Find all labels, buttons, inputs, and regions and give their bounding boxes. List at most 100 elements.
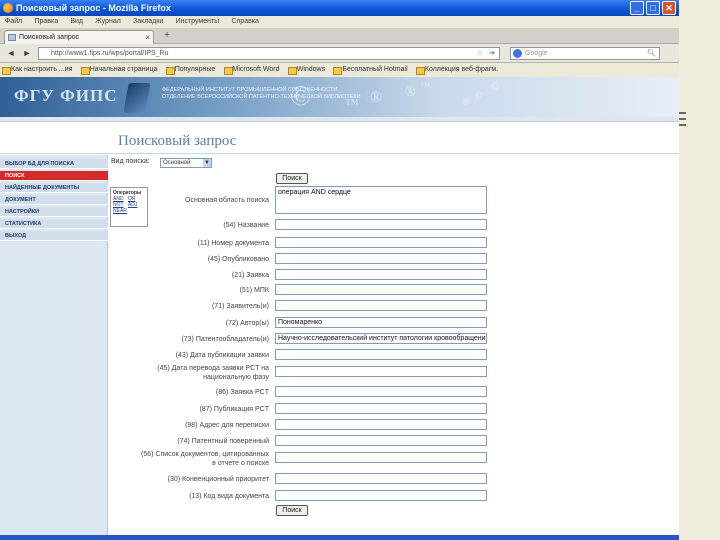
window-title: Поисковый запрос - Mozilla Firefox xyxy=(16,3,171,13)
maximize-button[interactable]: □ xyxy=(646,1,660,15)
tab-search-query[interactable]: Поисковый запрос × xyxy=(4,30,154,44)
field-label: (73) Патентообладатель(и) xyxy=(181,336,269,343)
field-label: (13) Код вида документа xyxy=(189,493,269,500)
operator-near-link[interactable]: NEAR xyxy=(113,208,127,214)
watermark-copyright-icon: © xyxy=(490,79,500,93)
nav-item-select-db[interactable]: ВЫБОР БД ДЛЯ ПОИСКА xyxy=(0,159,108,169)
bookmark-star-icon[interactable]: ☆ xyxy=(477,48,483,59)
chevron-down-icon: ▼ xyxy=(203,159,211,167)
bookmark-item[interactable]: Windows xyxy=(286,63,329,77)
forward-button[interactable]: ► xyxy=(20,47,34,60)
field-label: (98) Адрес для переписки xyxy=(185,422,269,429)
field-app-pub-date-input[interactable] xyxy=(275,349,487,360)
menu-history[interactable]: Журнал xyxy=(90,16,126,28)
field-ipc-input[interactable] xyxy=(275,284,487,295)
close-window-button[interactable]: ✕ xyxy=(662,1,676,15)
tab-label: Поисковый запрос xyxy=(19,34,80,41)
site-subtitle-line: ФЕДЕРАЛЬНЫЙ ИНСТИТУТ ПРОМЫШЛЕННОЙ СОБСТВ… xyxy=(162,87,338,93)
field-convention-priority-input[interactable] xyxy=(275,473,487,484)
field-label: (56) Список документов, цитированных xyxy=(141,451,269,458)
field-pct-national-input[interactable] xyxy=(275,366,487,377)
operators-box: Операторы AND OR NOT ADJ NEAR xyxy=(110,187,148,227)
tab-bar: Поисковый запрос × + xyxy=(0,28,679,44)
header-divider xyxy=(0,117,679,122)
watermark-registered-icon: ® xyxy=(462,97,470,108)
bookmark-item[interactable]: Популярные xyxy=(164,63,220,77)
site-subtitle-line: ОТДЕЛЕНИЕ ВСЕРОССИЙСКОЙ ПАТЕНТНО-ТЕХНИЧЕ… xyxy=(162,94,361,100)
main-query-textarea[interactable]: операция AND сердце xyxy=(275,186,487,214)
watermark-copyright-icon: © xyxy=(475,91,483,102)
site-logo[interactable]: ФГУ ФИПС xyxy=(14,86,117,106)
window-titlebar: Поисковый запрос - Mozilla Firefox _ □ ✕ xyxy=(0,0,679,16)
back-button[interactable]: ◄ xyxy=(4,47,18,60)
watermark-registered-icon: ® xyxy=(405,85,416,100)
nav-item-document[interactable]: ДОКУМЕНТ xyxy=(0,195,108,205)
go-arrow-icon[interactable]: ➜ xyxy=(489,48,495,59)
field-correspondence-address-input[interactable] xyxy=(275,419,487,430)
field-label: (51) МПК xyxy=(239,287,269,294)
nav-item-exit[interactable]: ВЫХОД xyxy=(0,231,108,241)
field-label: (71) Заявитель(и) xyxy=(211,303,269,310)
field-pct-publication-input[interactable] xyxy=(275,403,487,414)
field-label: (86) Заявка PCT xyxy=(215,389,269,396)
close-tab-icon[interactable]: × xyxy=(145,31,150,44)
menu-view[interactable]: Вид xyxy=(65,16,88,28)
search-button-top[interactable]: Поиск xyxy=(276,173,308,184)
field-label: (45) Опубликовано xyxy=(207,256,269,263)
menu-edit[interactable]: Правка xyxy=(29,16,63,28)
field-applicant-input[interactable] xyxy=(275,300,487,311)
google-icon xyxy=(513,49,522,58)
menu-tools[interactable]: Инструменты xyxy=(171,16,225,28)
bookmark-item[interactable]: Бесплатный Hotmail xyxy=(331,63,411,77)
url-text: http://www1.fips.ru/wps/portal/IPS_Ru xyxy=(51,50,169,57)
watermark-registered-icon: ® xyxy=(370,89,383,106)
field-author-input[interactable]: Пономаренко xyxy=(275,317,487,328)
bookmark-item[interactable]: Коллекция веб-фрагм. xyxy=(414,63,502,77)
operator-adj-link[interactable]: ADJ xyxy=(128,202,137,208)
nav-item-statistics[interactable]: СТАТИСТИКА xyxy=(0,219,108,229)
search-type-label: Вид поиска: xyxy=(111,158,150,165)
firefox-icon xyxy=(3,3,13,13)
magnifier-icon[interactable]: 🔍︎ xyxy=(647,48,656,59)
page-favicon-icon xyxy=(8,34,16,41)
minimize-button[interactable]: _ xyxy=(630,1,644,15)
new-tab-button[interactable]: + xyxy=(160,30,174,43)
field-title-input[interactable] xyxy=(275,219,487,230)
field-application-input[interactable] xyxy=(275,269,487,280)
field-label: (54) Название xyxy=(223,222,269,229)
nav-item-found-docs[interactable]: НАЙДЕННЫЕ ДОКУМЕНТЫ xyxy=(0,183,108,193)
field-doc-kind-code-input[interactable] xyxy=(275,490,487,501)
left-navigation: ВЫБОР БД ДЛЯ ПОИСКА ПОИСК НАЙДЕННЫЕ ДОКУ… xyxy=(0,155,108,535)
field-patent-holder-input[interactable]: Научно-исследовательский институт патоло… xyxy=(275,333,487,344)
bookmark-item[interactable]: Microsoft Word xyxy=(222,63,284,77)
menu-file[interactable]: Файл xyxy=(0,16,27,28)
search-type-value: Основной xyxy=(163,160,191,166)
watermark-copyright-icon: © xyxy=(290,81,312,112)
nav-item-settings[interactable]: НАСТРОЙКИ xyxy=(0,207,108,217)
search-placeholder: Google xyxy=(525,50,548,57)
title-divider xyxy=(0,153,679,154)
field-label-main-query: Основная область поиска xyxy=(185,197,269,204)
menu-bookmarks[interactable]: Закладки xyxy=(128,16,168,28)
web-search-box[interactable]: Google 🔍︎ xyxy=(510,47,660,60)
field-label: (45) Дата перевода заявки PCT на xyxy=(157,365,269,372)
field-label: (11) Номер документа xyxy=(197,240,270,247)
watermark-trademark-icon: ™ xyxy=(345,97,359,112)
field-pct-application-input[interactable] xyxy=(275,386,487,397)
field-label: (74) Патентный поверенный xyxy=(177,438,269,445)
field-doc-number-input[interactable] xyxy=(275,237,487,248)
emblem-icon xyxy=(123,83,151,113)
nav-item-search[interactable]: ПОИСК xyxy=(0,171,108,181)
bookmark-item[interactable]: Начальная страница xyxy=(79,63,162,77)
field-label: (30) Конвенционный приоритет xyxy=(167,476,269,483)
field-patent-attorney-input[interactable] xyxy=(275,435,487,446)
search-button-bottom[interactable]: Поиск xyxy=(276,505,308,516)
url-bar[interactable]: http://www1.fips.ru/wps/portal/IPS_Ru ☆ … xyxy=(38,47,500,60)
menu-help[interactable]: Справка xyxy=(226,16,263,28)
bookmark-item[interactable]: Как настроить ...ия xyxy=(0,63,76,77)
field-label: (87) Публикация PCT xyxy=(199,406,269,413)
field-published-input[interactable] xyxy=(275,253,487,264)
bookmarks-toolbar: Как настроить ...ия Начальная страница П… xyxy=(0,63,679,77)
search-type-select[interactable]: Основной ▼ xyxy=(160,158,212,168)
field-cited-docs-input[interactable] xyxy=(275,452,487,463)
